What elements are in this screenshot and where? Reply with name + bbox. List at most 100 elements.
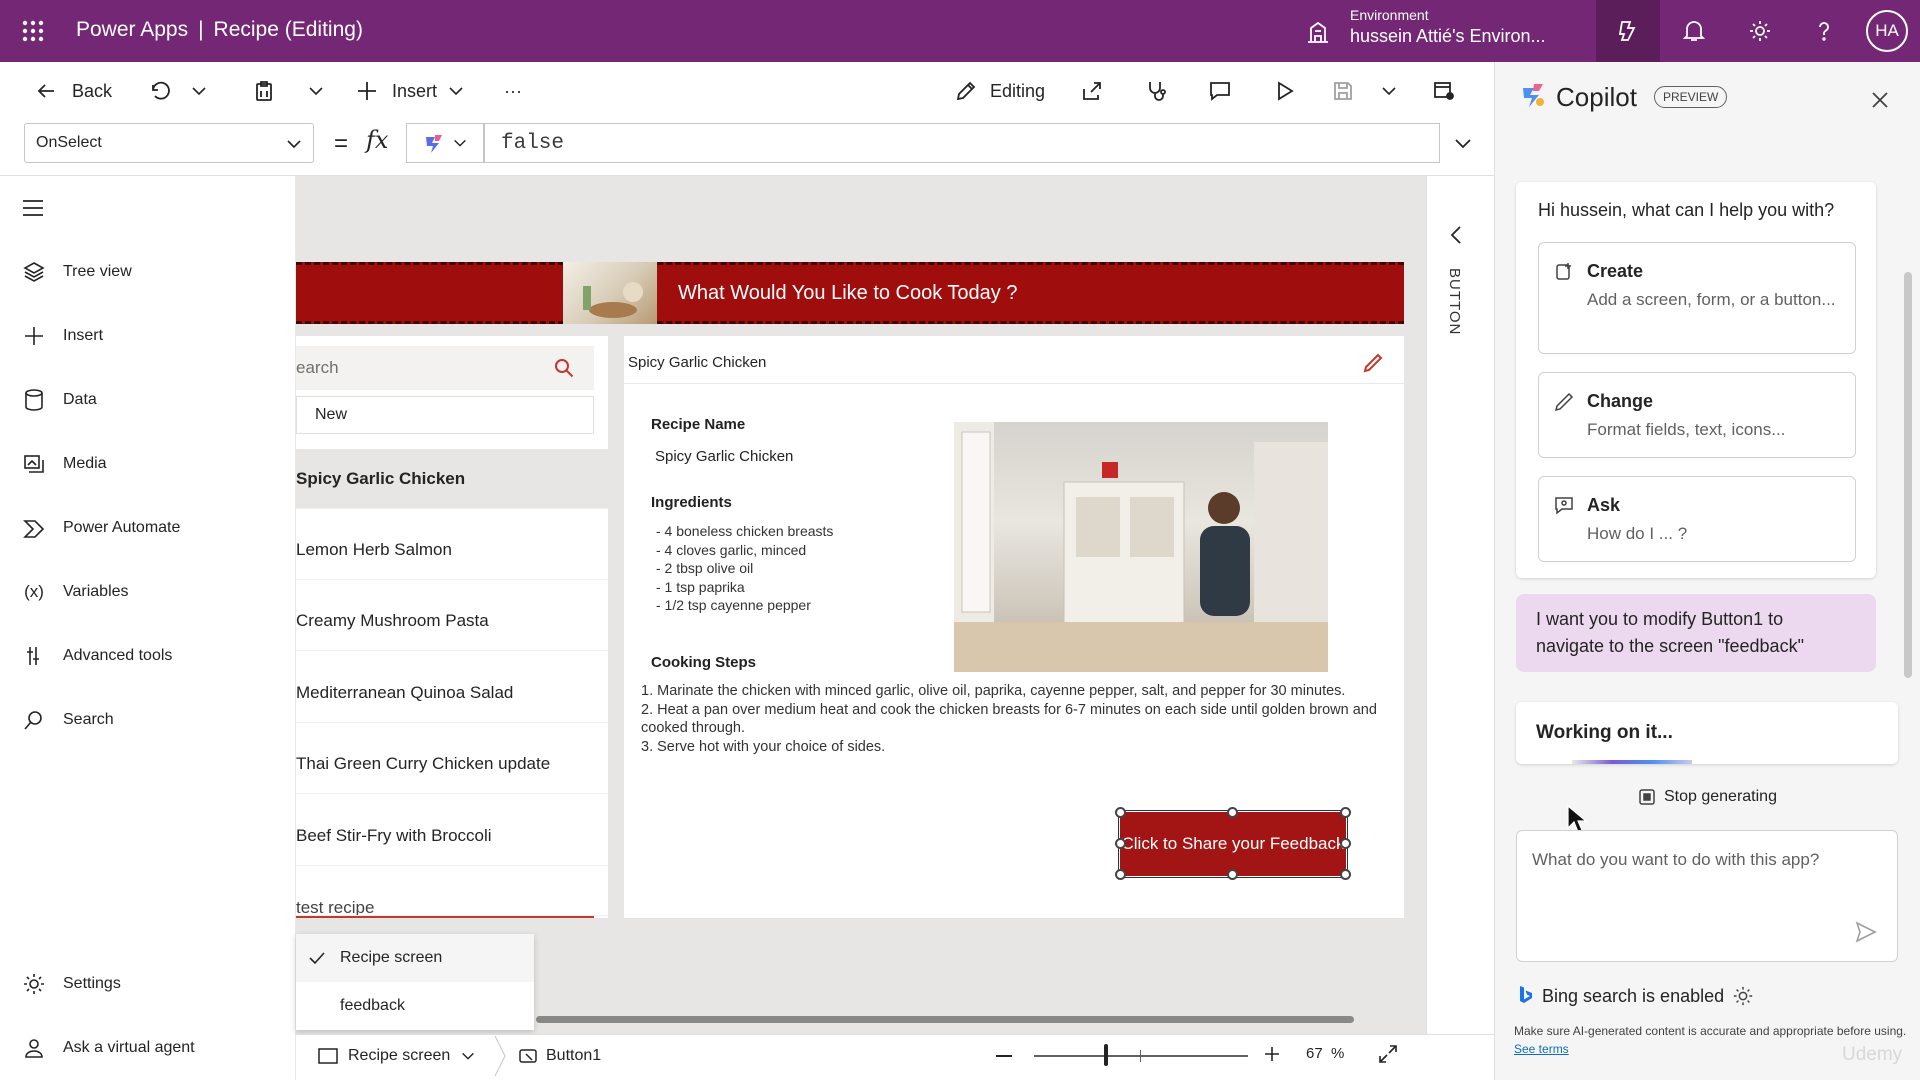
zoom-in-button[interactable] <box>1264 1046 1280 1062</box>
copilot-greeting: Hi hussein, what can I help you with? <box>1538 200 1835 220</box>
nav-advanced-tools[interactable]: Advanced tools <box>20 638 172 674</box>
create-option[interactable]: Create Add a screen, form, or a button..… <box>1538 242 1856 354</box>
gallery-item[interactable]: Beef Stir-Fry with Broccoli <box>296 806 608 866</box>
zoom-out-button[interactable] <box>996 1055 1012 1057</box>
nav-label: Power Automate <box>63 519 181 536</box>
environment-name[interactable]: hussein Attié's Environ... <box>1350 26 1546 47</box>
menu-item-label: Recipe screen <box>340 949 443 966</box>
plus-icon <box>358 82 376 100</box>
new-recipe-button[interactable]: New <box>296 396 594 434</box>
hamburger-icon[interactable] <box>20 198 46 218</box>
nav-power-automate[interactable]: Power Automate <box>20 510 180 546</box>
copilot-scrollbar[interactable] <box>1904 272 1912 678</box>
disclaimer-text: Make sure AI-generated content is accura… <box>1514 1024 1907 1038</box>
change-option[interactable]: Change Format fields, text, icons... <box>1538 372 1856 458</box>
save-button[interactable] <box>1332 62 1354 120</box>
copilot-icon <box>1618 21 1636 41</box>
nav-settings[interactable]: Settings <box>20 966 121 1002</box>
paste-button[interactable] <box>252 62 276 120</box>
publish-button[interactable] <box>1432 62 1456 120</box>
back-button[interactable]: Back <box>34 62 112 120</box>
expand-formula-button[interactable] <box>1450 130 1476 156</box>
resize-handle[interactable] <box>1340 807 1351 818</box>
avatar[interactable]: HA <box>1866 10 1908 52</box>
control-breadcrumb[interactable]: Button1 <box>518 1042 601 1070</box>
copilot-formula-button[interactable] <box>406 123 484 163</box>
formula-input[interactable]: false <box>484 123 1440 163</box>
stop-generating-button[interactable]: Stop generating <box>1638 788 1777 806</box>
gallery-item[interactable]: Creamy Mushroom Pasta <box>296 591 608 651</box>
expand-properties-button[interactable] <box>1448 224 1466 246</box>
gallery-item[interactable]: Mediterranean Quinoa Salad <box>296 663 608 723</box>
copilot-toggle-button[interactable] <box>1596 0 1660 62</box>
nav-variables[interactable]: (x) Variables <box>20 574 128 610</box>
see-terms-link[interactable]: See terms <box>1514 1042 1569 1056</box>
nav-data[interactable]: Data <box>20 382 97 418</box>
app-launcher-icon[interactable] <box>18 14 52 48</box>
ask-option[interactable]: Ask How do I ... ? <box>1538 476 1856 562</box>
more-button[interactable]: ··· <box>504 62 522 120</box>
menu-item-feedback[interactable]: feedback <box>296 982 534 1030</box>
share-button[interactable] <box>1080 62 1104 120</box>
resize-handle[interactable] <box>1340 869 1351 880</box>
variables-icon: (x) <box>24 582 44 601</box>
gallery-search-input[interactable]: earch <box>296 346 594 390</box>
stop-icon <box>1639 789 1655 805</box>
comments-button[interactable] <box>1208 62 1232 120</box>
fit-to-window-button[interactable] <box>1378 1044 1398 1064</box>
environment-icon[interactable] <box>1304 18 1332 46</box>
undo-menu-button[interactable] <box>190 62 208 120</box>
menu-item-label: feedback <box>340 997 405 1014</box>
canvas-horizontal-scrollbar[interactable] <box>536 1016 1354 1023</box>
nav-tree-view[interactable]: Tree view <box>20 254 132 290</box>
option-description: How do I ... ? <box>1587 524 1688 543</box>
option-description: Format fields, text, icons... <box>1587 420 1786 439</box>
resize-handle[interactable] <box>1340 838 1351 849</box>
property-dropdown[interactable]: OnSelect <box>24 123 314 163</box>
feedback-button[interactable]: Click to Share your Feedback <box>1118 810 1348 878</box>
nav-label: Ask a virtual agent <box>63 1039 195 1056</box>
settings-button[interactable] <box>1728 0 1792 62</box>
preview-play-button[interactable] <box>1274 62 1296 120</box>
screen-selector-label: Recipe screen <box>348 1047 451 1064</box>
chevron-down-icon <box>192 87 206 96</box>
save-menu-button[interactable] <box>1380 62 1398 120</box>
resize-handle[interactable] <box>1115 869 1126 880</box>
paste-menu-button[interactable] <box>307 62 325 120</box>
nav-search[interactable]: Search <box>20 702 114 738</box>
left-nav <box>0 176 296 1080</box>
resize-handle[interactable] <box>1115 838 1126 849</box>
app-checker-button[interactable] <box>1144 62 1168 120</box>
gallery-item[interactable]: Lemon Herb Salmon <box>296 520 608 580</box>
cooking-step: 1. Marinate the chicken with minced garl… <box>641 683 1346 699</box>
environment-label: Environment <box>1350 7 1429 23</box>
nav-insert[interactable]: Insert <box>20 318 103 354</box>
editing-label: Editing <box>990 80 1046 101</box>
send-button[interactable] <box>1854 920 1878 944</box>
bell-icon <box>1682 21 1706 41</box>
option-title: Change <box>1587 391 1654 411</box>
product-name[interactable]: Power Apps <box>76 18 188 41</box>
notifications-button[interactable] <box>1662 0 1726 62</box>
banner-title: What Would You Like to Cook Today ? <box>678 282 1018 304</box>
help-button[interactable] <box>1792 0 1856 62</box>
detail-title: Spicy Garlic Chicken <box>628 354 767 371</box>
undo-button[interactable] <box>146 62 170 120</box>
gallery-item[interactable]: test recipe <box>296 884 608 916</box>
resize-handle[interactable] <box>1227 807 1238 818</box>
close-copilot-button[interactable] <box>1870 90 1890 110</box>
screen-selector[interactable]: Recipe screen <box>318 1042 476 1070</box>
zoom-slider[interactable] <box>1034 1055 1248 1057</box>
resize-handle[interactable] <box>1115 807 1126 818</box>
gallery-item[interactable]: Spicy Garlic Chicken <box>296 449 608 509</box>
menu-item-recipe-screen[interactable]: Recipe screen <box>296 934 534 982</box>
editing-button[interactable]: Editing <box>954 62 1045 120</box>
nav-virtual-agent[interactable]: Ask a virtual agent <box>20 1030 195 1066</box>
control-name: Button1 <box>546 1047 602 1064</box>
zoom-slider-thumb[interactable] <box>1104 1044 1108 1066</box>
gallery-item[interactable]: Thai Green Curry Chicken update <box>296 734 608 794</box>
resize-handle[interactable] <box>1227 869 1238 880</box>
insert-button[interactable]: Insert <box>356 62 465 120</box>
chevron-left-icon <box>1450 226 1461 244</box>
nav-media[interactable]: Media <box>20 446 107 482</box>
